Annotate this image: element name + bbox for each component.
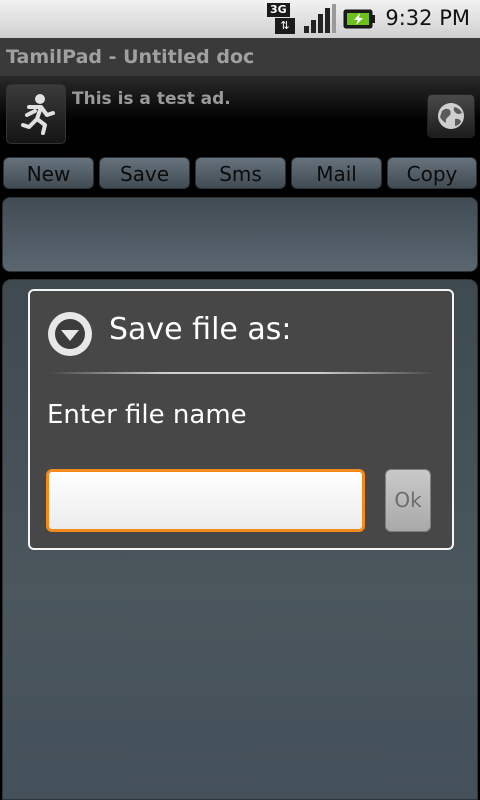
- dropdown-arrow-circle-icon: [48, 312, 92, 356]
- save-button[interactable]: Save: [99, 157, 190, 189]
- sms-button[interactable]: Sms: [195, 157, 286, 189]
- copy-button[interactable]: Copy: [387, 157, 477, 189]
- battery-charging-icon: [343, 9, 375, 29]
- ad-globe-button[interactable]: [427, 94, 475, 138]
- dialog-title: Save file as:: [109, 312, 292, 347]
- title-bar: TamilPad - Untitled doc: [0, 38, 480, 76]
- new-button[interactable]: New: [3, 157, 94, 189]
- ad-banner[interactable]: This is a test ad.: [0, 76, 480, 152]
- data-arrows-icon: ⇅: [275, 18, 295, 34]
- network-type-label: 3G: [267, 3, 290, 17]
- running-person-icon: [21, 94, 55, 135]
- action-toolbar: New Save Sms Mail Copy: [0, 152, 480, 196]
- ad-icon-container: [6, 84, 66, 144]
- save-file-dialog: Save file as: Enter file name Ok: [28, 289, 454, 550]
- dialog-divider: [50, 372, 434, 374]
- app-screen: 3G ⇅ 9:32 PM TamilPad - Untitled doc Thi…: [0, 0, 480, 800]
- status-bar: 3G ⇅ 9:32 PM: [0, 0, 480, 38]
- file-name-input[interactable]: [46, 469, 365, 532]
- dialog-message: Enter file name: [47, 400, 247, 430]
- ad-text: This is a test ad.: [72, 89, 231, 109]
- mail-button[interactable]: Mail: [291, 157, 382, 189]
- document-title-input[interactable]: [2, 197, 478, 272]
- ok-button[interactable]: Ok: [385, 469, 431, 532]
- status-time: 9:32 PM: [385, 6, 470, 30]
- app-title: TamilPad - Untitled doc: [6, 46, 255, 68]
- 3g-data-icon: 3G ⇅: [267, 3, 297, 35]
- globe-icon: [438, 103, 464, 129]
- signal-strength-icon: [304, 4, 336, 33]
